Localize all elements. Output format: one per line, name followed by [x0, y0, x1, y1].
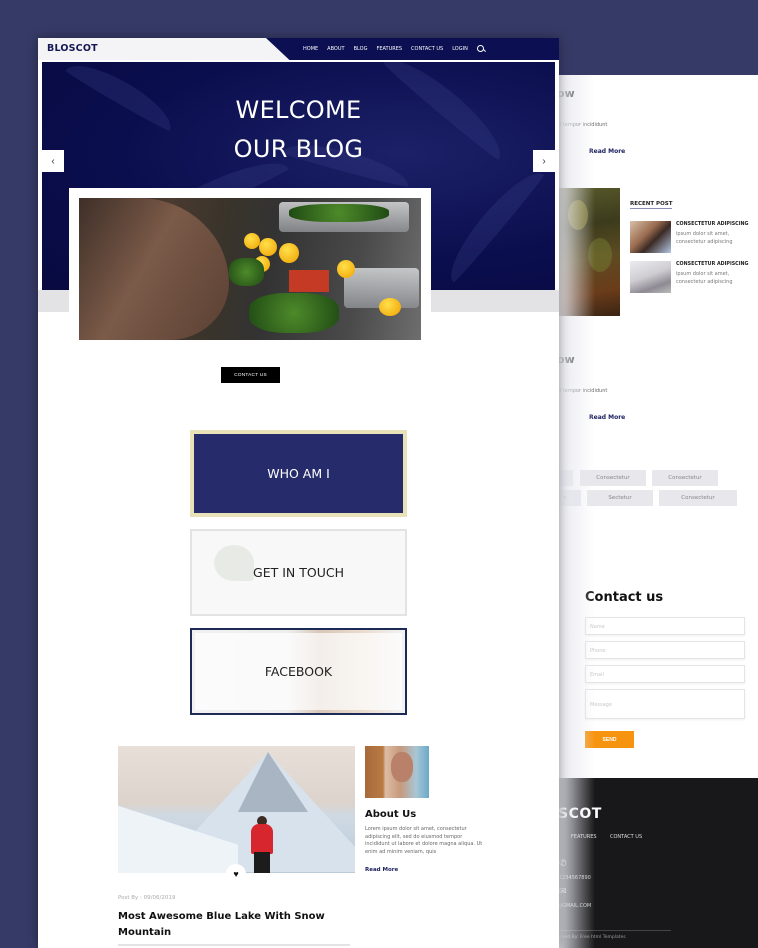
image-detail — [79, 198, 229, 340]
heart-icon[interactable]: ♥ — [226, 864, 246, 884]
recent-post-heading: CONSECTETUR ADIPISCING — [676, 262, 749, 267]
recent-post-item[interactable]: CONSECTETUR ADIPISCING ipsum dolor sit a… — [630, 221, 755, 253]
hero-title-line1: WELCOME — [235, 96, 362, 124]
nav-login[interactable]: LOGIN — [452, 46, 468, 52]
featured-image-frame — [69, 188, 431, 348]
image-detail — [259, 238, 277, 256]
recent-post-thumbnail — [630, 221, 671, 253]
tile-label: WHO AM I — [267, 466, 330, 481]
phone-field[interactable]: Phone — [585, 641, 745, 659]
image-detail — [238, 752, 308, 812]
nav-home[interactable]: HOME — [303, 46, 318, 52]
tag-chip[interactable]: Consectetur — [652, 470, 718, 486]
post-title[interactable]: Most Awesome Blue Lake With Snow Mountai… — [118, 909, 348, 941]
slider-next-button[interactable]: › — [533, 150, 555, 172]
post-excerpt-line — [118, 944, 350, 946]
nav-contact-us[interactable]: CONTACT US — [411, 46, 443, 52]
search-icon[interactable] — [476, 45, 485, 53]
recent-post-heading: CONSECTETUR ADIPISCING — [676, 222, 749, 227]
image-detail — [254, 852, 270, 873]
footer-nav-contact[interactable]: CONTACT US — [610, 834, 642, 840]
recent-post-text: ipsum dolor sit amet, consectetur adipis… — [676, 271, 733, 285]
message-field[interactable]: Message — [585, 689, 745, 719]
email-field[interactable]: Email — [585, 665, 745, 683]
image-detail — [289, 204, 389, 222]
about-avatar — [365, 746, 429, 798]
plant-decoration — [214, 545, 254, 581]
slider-prev-button[interactable]: ‹ — [42, 150, 64, 172]
tile-label: GET IN TOUCH — [253, 565, 344, 580]
recent-post-text: ipsum dolor sit amet, consectetur adipis… — [676, 231, 733, 245]
main-nav: HOME ABOUT BLOG FEATURES CONTACT US LOGI… — [303, 45, 485, 53]
image-detail — [229, 258, 264, 286]
contact-us-button[interactable]: CONTACT US — [221, 367, 280, 383]
contact-form-title: Contact us — [585, 590, 664, 605]
mountain-image — [118, 746, 355, 873]
tile-who-am-i[interactable]: WHO AM I — [190, 430, 407, 517]
header: BLOSCOT HOME ABOUT BLOG FEATURES CONTACT… — [38, 38, 559, 60]
page-shadow — [555, 75, 595, 948]
cooking-image — [79, 198, 421, 340]
front-page-preview: BLOSCOT HOME ABOUT BLOG FEATURES CONTACT… — [38, 38, 559, 948]
recent-post-thumbnail — [630, 261, 671, 293]
tag-chip[interactable]: Sectetur — [587, 490, 653, 506]
tile-label: FACEBOOK — [264, 664, 333, 679]
about-text: Lorem ipsum dolor sit amet, consectetur … — [365, 826, 483, 855]
tile-get-in-touch[interactable]: GET IN TOUCH — [190, 529, 407, 616]
image-detail — [391, 752, 413, 782]
leaf-decoration — [438, 162, 546, 284]
post-meta: Post By : 09/06/2019 — [118, 895, 176, 901]
nav-about[interactable]: ABOUT — [327, 46, 344, 52]
image-detail — [249, 293, 339, 333]
about-read-more-link[interactable]: Read More — [365, 867, 398, 873]
nav-features[interactable]: FEATURES — [376, 46, 402, 52]
name-field[interactable]: Name — [585, 617, 745, 635]
about-title: About Us — [365, 809, 417, 820]
image-detail — [379, 298, 401, 316]
image-detail — [337, 260, 355, 278]
site-logo[interactable]: BLOSCOT — [47, 43, 98, 54]
hero-title-line2: OUR BLOG — [233, 135, 364, 163]
nav-blog[interactable]: BLOG — [354, 46, 368, 52]
image-detail — [251, 824, 273, 854]
image-detail — [279, 243, 299, 263]
recent-post-title: RECENT POST — [630, 201, 673, 209]
tag-chip[interactable]: Consectetur — [659, 490, 737, 506]
tile-facebook[interactable]: FACEBOOK — [190, 628, 407, 715]
image-detail — [289, 270, 329, 292]
image-detail — [244, 233, 260, 249]
back-page-preview: ow od tempor incididunt Read More RECENT… — [555, 75, 758, 948]
recent-post-item[interactable]: CONSECTETUR ADIPISCING ipsum dolor sit a… — [630, 261, 755, 293]
